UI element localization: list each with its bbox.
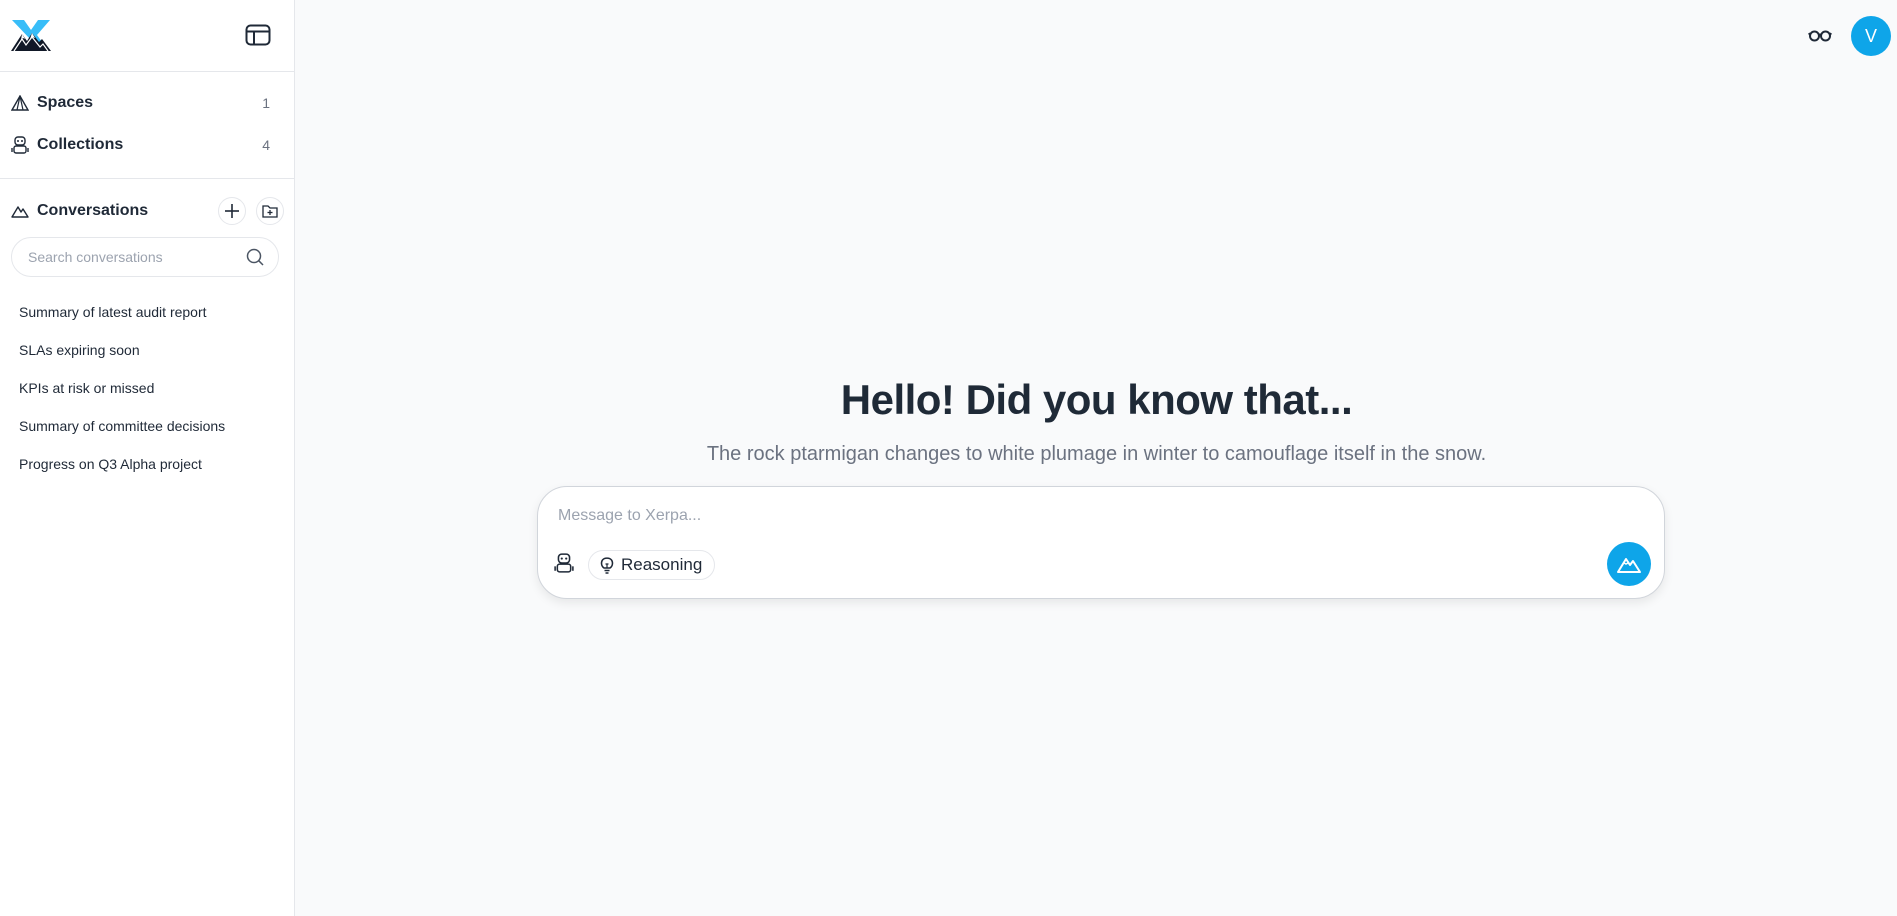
search-icon[interactable]	[246, 248, 264, 266]
reasoning-toggle[interactable]: Reasoning	[588, 550, 716, 580]
conversation-item[interactable]: Summary of latest audit report	[0, 293, 294, 331]
avatar[interactable]: V	[1851, 16, 1891, 56]
panel-icon	[245, 24, 271, 46]
conversations-header: Conversations	[0, 191, 294, 231]
conversation-item[interactable]: Summary of committee decisions	[0, 407, 294, 445]
robot-icon	[10, 135, 30, 155]
tent-icon	[10, 93, 30, 113]
send-button[interactable]	[1607, 542, 1651, 586]
xerpa-logo-icon[interactable]	[10, 18, 52, 52]
folder-plus-icon	[262, 204, 278, 218]
sidebar-toggle-button[interactable]	[244, 22, 272, 48]
mountain-send-icon	[1617, 558, 1641, 573]
conversation-item[interactable]: SLAs expiring soon	[0, 331, 294, 369]
incognito-glasses-icon	[1808, 30, 1832, 42]
sidebar-item-spaces[interactable]: Spaces 1	[0, 82, 294, 124]
mountain-icon	[10, 201, 30, 221]
plus-icon	[225, 204, 239, 218]
conversation-list: Summary of latest audit report SLAs expi…	[0, 293, 294, 483]
sidebar-item-label: Spaces	[37, 94, 94, 111]
new-folder-button[interactable]	[256, 197, 284, 225]
search-input[interactable]	[28, 249, 246, 265]
robot-icon	[554, 553, 574, 573]
conversations-title: Conversations	[37, 202, 149, 219]
sidebar-item-label: Collections	[37, 136, 124, 153]
sidebar-item-count: 1	[262, 95, 270, 111]
page-title: Hello! Did you know that...	[840, 376, 1353, 423]
lightbulb-icon	[600, 557, 614, 574]
search-box	[11, 237, 279, 277]
sidebar-item-count: 4	[262, 137, 270, 153]
message-composer: Reasoning	[537, 486, 1665, 599]
message-input[interactable]	[558, 507, 1618, 533]
incognito-toggle-button[interactable]	[1806, 24, 1834, 48]
sidebar-nav: Spaces 1 Collections 4	[0, 72, 294, 179]
sidebar-item-collections[interactable]: Collections 4	[0, 124, 294, 166]
conversation-item[interactable]: KPIs at risk or missed	[0, 369, 294, 407]
agent-select-button[interactable]	[552, 551, 576, 575]
conversation-item[interactable]: Progress on Q3 Alpha project	[0, 445, 294, 483]
sidebar: Spaces 1 Collections 4 Conversations Sea…	[0, 0, 295, 916]
new-conversation-button[interactable]	[218, 197, 246, 225]
reasoning-label: Reasoning	[621, 555, 703, 574]
page-subtitle: The rock ptarmigan changes to white plum…	[706, 443, 1487, 465]
sidebar-header	[0, 0, 294, 72]
